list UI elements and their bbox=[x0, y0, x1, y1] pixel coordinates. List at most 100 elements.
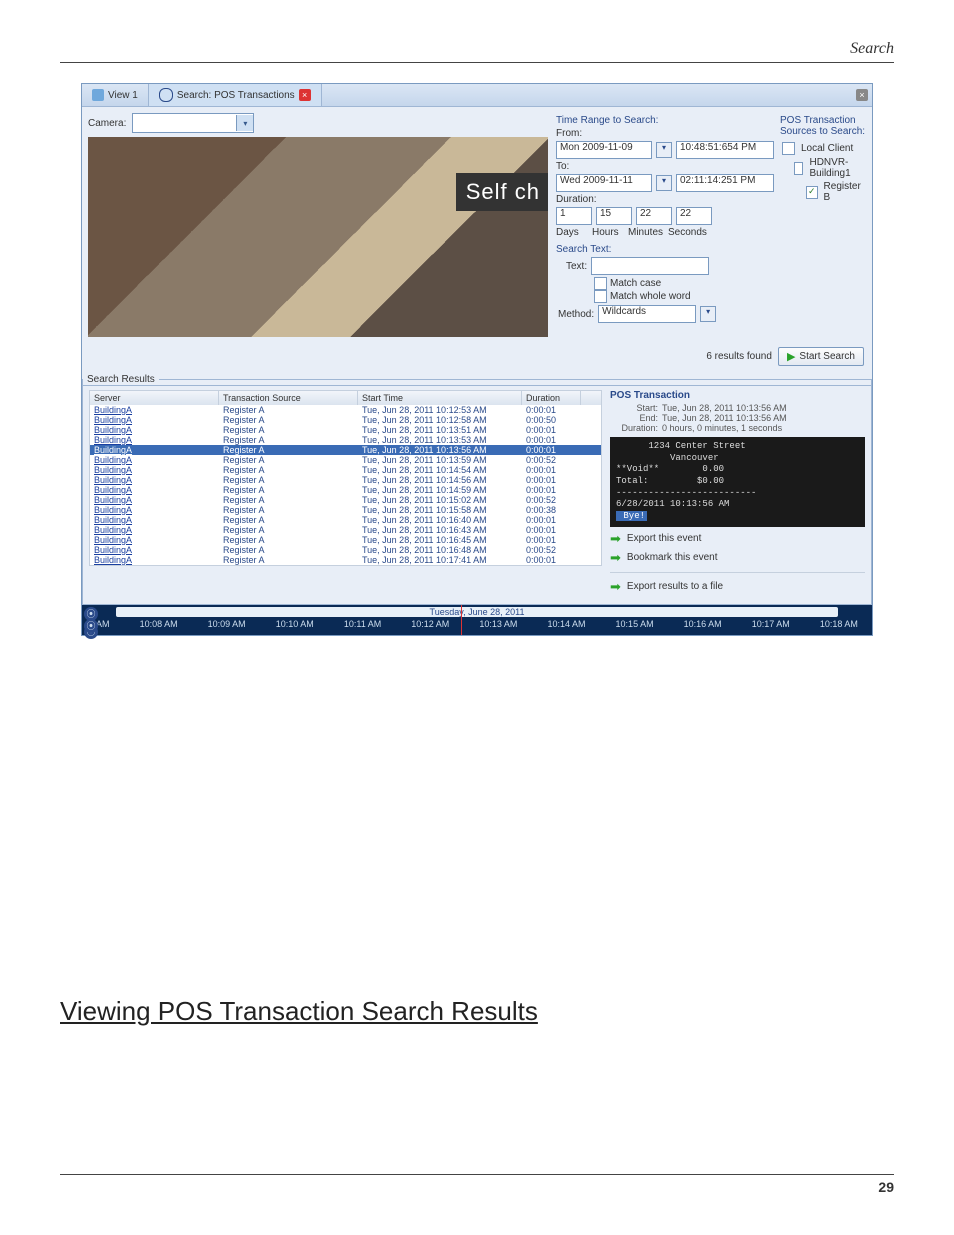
table-row[interactable]: BuildingARegister ATue, Jun 28, 2011 10:… bbox=[90, 515, 601, 525]
table-row[interactable]: BuildingARegister ATue, Jun 28, 2011 10:… bbox=[90, 445, 601, 455]
cell: 0:00:01 bbox=[522, 515, 581, 525]
col-duration[interactable]: Duration bbox=[522, 391, 581, 405]
tab-view1-label: View 1 bbox=[108, 90, 138, 101]
col-server[interactable]: Server bbox=[90, 391, 219, 405]
source-label: Register B bbox=[824, 181, 864, 203]
timeline-date: Tuesday, June 28, 2011 bbox=[116, 607, 838, 617]
timeline[interactable]: ⦿ ⦿ ⦿ Tuesday, June 28, 2011 AM10:08 AM1… bbox=[82, 605, 872, 635]
table-row[interactable]: BuildingARegister ATue, Jun 28, 2011 10:… bbox=[90, 455, 601, 465]
cell: Tue, Jun 28, 2011 10:12:53 AM bbox=[358, 405, 522, 415]
timeline-playhead[interactable] bbox=[461, 605, 462, 635]
search-text-input[interactable] bbox=[591, 257, 709, 275]
table-row[interactable]: BuildingARegister ATue, Jun 28, 2011 10:… bbox=[90, 425, 601, 435]
method-select[interactable]: Wildcards bbox=[598, 305, 696, 323]
col-start[interactable]: Start Time bbox=[358, 391, 522, 405]
dur-key: Duration: bbox=[610, 423, 658, 433]
receipt-highlight: Bye! bbox=[616, 511, 647, 521]
cell: BuildingA bbox=[90, 555, 219, 565]
from-date-input[interactable]: Mon 2009-11-09 bbox=[556, 141, 652, 159]
cell: Register A bbox=[219, 445, 358, 455]
cell: 0:00:50 bbox=[522, 415, 581, 425]
timeline-tick: 10:16 AM bbox=[684, 619, 722, 629]
search-text-label: Search Text: bbox=[556, 244, 774, 255]
table-row[interactable]: BuildingARegister ATue, Jun 28, 2011 10:… bbox=[90, 505, 601, 515]
window-close-icon[interactable]: × bbox=[856, 89, 868, 101]
table-row[interactable]: BuildingARegister ATue, Jun 28, 2011 10:… bbox=[90, 405, 601, 415]
cell: Tue, Jun 28, 2011 10:16:43 AM bbox=[358, 525, 522, 535]
start-key: Start: bbox=[610, 403, 658, 413]
table-row[interactable]: BuildingARegister ATue, Jun 28, 2011 10:… bbox=[90, 435, 601, 445]
table-row[interactable]: BuildingARegister ATue, Jun 28, 2011 10:… bbox=[90, 485, 601, 495]
tab-view1[interactable]: View 1 bbox=[82, 84, 149, 106]
cell: BuildingA bbox=[90, 545, 219, 555]
source-checkbox[interactable] bbox=[806, 186, 818, 199]
source-checkbox[interactable] bbox=[794, 162, 803, 175]
start-search-button[interactable]: ▶ Start Search bbox=[778, 347, 864, 366]
timeline-tick: 10:10 AM bbox=[276, 619, 314, 629]
export-event-action[interactable]: ➡Export this event bbox=[610, 531, 865, 547]
cell: BuildingA bbox=[90, 495, 219, 505]
cell: 0:00:01 bbox=[522, 435, 581, 445]
source-item[interactable]: Local Client bbox=[782, 141, 864, 156]
camera-select[interactable]: ▾ bbox=[132, 113, 254, 133]
match-word-checkbox[interactable] bbox=[594, 290, 607, 303]
sources-title: POS Transaction Sources to Search: bbox=[780, 115, 866, 137]
start-search-label: Start Search bbox=[799, 351, 855, 362]
search-icon bbox=[159, 88, 173, 102]
section-heading: Viewing POS Transaction Search Results bbox=[60, 996, 894, 1027]
chevron-down-icon: ▾ bbox=[236, 115, 253, 131]
page-header: Search bbox=[60, 40, 894, 63]
bookmark-event-action[interactable]: ➡Bookmark this event bbox=[610, 550, 865, 566]
close-icon[interactable]: × bbox=[299, 89, 311, 101]
source-item[interactable]: HDNVR-Building1 bbox=[782, 156, 864, 180]
export-event-label: Export this event bbox=[627, 533, 701, 544]
tab-search[interactable]: Search: POS Transactions × bbox=[149, 84, 322, 106]
cell: Register A bbox=[219, 515, 358, 525]
cell: 0:00:01 bbox=[522, 525, 581, 535]
cell: BuildingA bbox=[90, 525, 219, 535]
cell: 0:00:01 bbox=[522, 465, 581, 475]
cell: Tue, Jun 28, 2011 10:13:51 AM bbox=[358, 425, 522, 435]
table-row[interactable]: BuildingARegister ATue, Jun 28, 2011 10:… bbox=[90, 475, 601, 485]
chevron-down-icon[interactable]: ▾ bbox=[656, 142, 672, 158]
table-row[interactable]: BuildingARegister ATue, Jun 28, 2011 10:… bbox=[90, 415, 601, 425]
seconds-input[interactable]: 22 bbox=[676, 207, 712, 225]
cell: Tue, Jun 28, 2011 10:14:54 AM bbox=[358, 465, 522, 475]
search-results-legend: Search Results bbox=[83, 374, 159, 385]
hours-input[interactable]: 15 bbox=[596, 207, 632, 225]
table-row[interactable]: BuildingARegister ATue, Jun 28, 2011 10:… bbox=[90, 465, 601, 475]
export-file-action[interactable]: ➡Export results to a file bbox=[610, 579, 865, 595]
video-overlay-text: Self ch bbox=[456, 173, 548, 211]
video-preview[interactable]: Self ch bbox=[88, 137, 548, 337]
timeline-tick: 10:18 AM bbox=[820, 619, 858, 629]
table-row[interactable]: BuildingARegister ATue, Jun 28, 2011 10:… bbox=[90, 495, 601, 505]
chevron-down-icon[interactable]: ▾ bbox=[700, 306, 716, 322]
timeline-scroll-down-icon[interactable]: ⦿ bbox=[84, 619, 98, 633]
from-time-input[interactable]: 10:48:51:654 PM bbox=[676, 141, 774, 159]
to-time-input[interactable]: 02:11:14:251 PM bbox=[676, 174, 774, 192]
cell: Tue, Jun 28, 2011 10:12:58 AM bbox=[358, 415, 522, 425]
to-date-input[interactable]: Wed 2009-11-11 bbox=[556, 174, 652, 192]
to-label: To: bbox=[556, 161, 774, 172]
minutes-unit: Minutes bbox=[628, 227, 664, 238]
table-row[interactable]: BuildingARegister ATue, Jun 28, 2011 10:… bbox=[90, 555, 601, 565]
search-params: Time Range to Search: From: Mon 2009-11-… bbox=[556, 113, 774, 337]
match-case-checkbox[interactable] bbox=[594, 277, 607, 290]
source-checkbox[interactable] bbox=[782, 142, 795, 155]
cell: BuildingA bbox=[90, 475, 219, 485]
cell: 0:00:52 bbox=[522, 455, 581, 465]
table-row[interactable]: BuildingARegister ATue, Jun 28, 2011 10:… bbox=[90, 535, 601, 545]
chevron-down-icon[interactable]: ▾ bbox=[656, 175, 672, 191]
cell: BuildingA bbox=[90, 465, 219, 475]
days-input[interactable]: 1 bbox=[556, 207, 592, 225]
cell: BuildingA bbox=[90, 425, 219, 435]
table-row[interactable]: BuildingARegister ATue, Jun 28, 2011 10:… bbox=[90, 525, 601, 535]
table-row[interactable]: BuildingARegister ATue, Jun 28, 2011 10:… bbox=[90, 545, 601, 555]
minutes-input[interactable]: 22 bbox=[636, 207, 672, 225]
cell: 0:00:01 bbox=[522, 445, 581, 455]
bookmark-event-label: Bookmark this event bbox=[627, 552, 718, 563]
end-key: End: bbox=[610, 413, 658, 423]
col-source[interactable]: Transaction Source bbox=[219, 391, 358, 405]
timeline-tick: 10:14 AM bbox=[547, 619, 585, 629]
source-item[interactable]: Register B bbox=[782, 180, 864, 204]
